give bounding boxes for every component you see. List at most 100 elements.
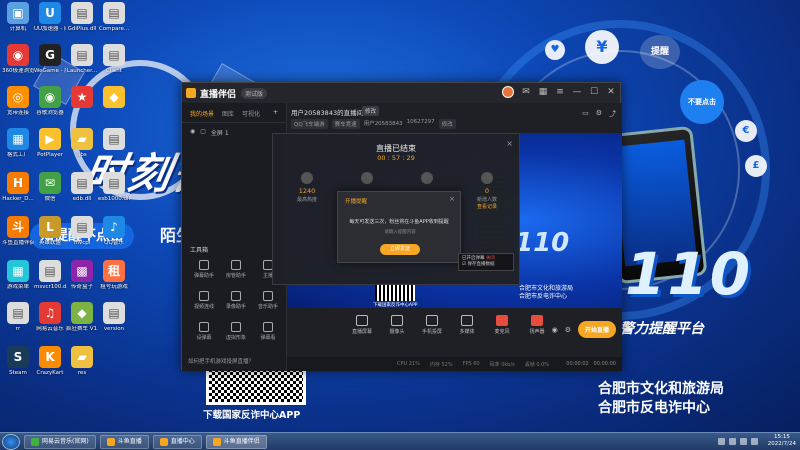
volume-icon[interactable] — [750, 437, 758, 445]
toolbox-item[interactable]: 弹幕助手 — [188, 260, 220, 279]
toolbar-button[interactable]: 麦克风 — [489, 315, 515, 335]
desktop-icon[interactable]: H Hacker_D... — [2, 172, 34, 203]
desktop-app-icon: ▦ — [7, 260, 29, 282]
edit-room-button[interactable]: 修改 — [438, 119, 456, 129]
toolbar-button[interactable]: 摄像头 — [384, 315, 410, 335]
menu-icon[interactable]: ≡ — [555, 87, 565, 97]
tray-icon[interactable] — [717, 437, 725, 445]
view-records-link[interactable]: 查看记录 — [463, 203, 511, 210]
desktop-icon[interactable]: ▶ PotPlayer — [34, 128, 66, 159]
desktop-icon[interactable]: ▰ libs — [66, 128, 98, 159]
window-titlebar[interactable]: 直播伴侣 测试版 ✉ ▦ ≡ — ☐ ✕ — [182, 83, 620, 103]
desktop-app-icon: 租 — [103, 260, 125, 282]
toolbar-button[interactable]: 多媒体 — [454, 315, 480, 335]
toolbar-button[interactable]: 直播屏幕 — [349, 315, 375, 335]
toolbox-item[interactable]: 设弹幕 — [188, 322, 220, 341]
desktop-icon[interactable]: ▦ 游戏菜单 — [2, 260, 34, 291]
desktop-icon[interactable]: S Steam — [2, 346, 34, 377]
help-link[interactable]: 如何把手机游戏投屏直播？ — [188, 357, 254, 365]
tab-visual[interactable]: 可视化 — [242, 109, 260, 118]
desktop-icon[interactable]: G WeGame - 腾讯游戏 — [34, 44, 66, 75]
settings-icon[interactable]: ⚙ — [565, 326, 571, 334]
desktop-icon[interactable]: ▦ 格式工厂 — [2, 128, 34, 159]
reminder-input[interactable]: 请输入提醒内容 — [360, 228, 440, 237]
scene-item[interactable]: ◉ ▢ 全屏 1 — [182, 123, 286, 142]
desktop-icon[interactable]: ★ — [66, 86, 98, 110]
taskbar-item[interactable]: 斗鱼直播 — [99, 434, 149, 449]
eye-icon[interactable]: ◉ — [190, 128, 195, 137]
desktop-icon[interactable]: ♪ QQ音乐 — [98, 216, 130, 247]
maximize-icon[interactable]: ☐ — [589, 87, 599, 97]
toolbar-button[interactable]: 扬声器 — [524, 315, 550, 335]
desktop-icon[interactable]: ▤ — [98, 128, 130, 152]
desktop-icon[interactable]: 租租号玩游戏 — [98, 260, 130, 291]
mail-icon[interactable]: ✉ — [521, 87, 531, 97]
close-danmaku-link[interactable]: 关闭 — [486, 256, 495, 261]
main-header-icons: ▭ ⚙ ⤴ — [582, 109, 616, 119]
desktop-icon[interactable]: ◆ 疯狂赛车 V1.3988002 — [66, 302, 98, 333]
desktop-icon-label: 网易云音乐 — [36, 326, 64, 332]
avatar[interactable] — [502, 86, 514, 98]
tool-icon — [199, 322, 209, 332]
edit-title-button[interactable]: 修改 — [362, 106, 380, 116]
desktop-icon[interactable]: ◉ 360极速浏览器 — [2, 44, 34, 75]
share-icon[interactable]: ⤴ — [609, 109, 616, 119]
taskbar-item[interactable]: 斗鱼直播伴侣 — [205, 434, 267, 449]
desktop-icon[interactable]: ▤ Client — [98, 44, 130, 75]
desktop-icon[interactable]: ✉ 微信 — [34, 172, 66, 203]
desktop-icon[interactable]: ▤ esb1000.dll — [98, 172, 130, 203]
start-live-button[interactable]: 开始直播 — [577, 321, 616, 338]
desktop-icon[interactable]: ▰ res — [66, 346, 98, 377]
eye-icon[interactable]: ◉ — [552, 326, 558, 334]
stat-item: 1240 最高热度 — [283, 172, 331, 210]
desktop-icon[interactable]: ▤ Launcher... — [66, 44, 98, 75]
settings-icon[interactable]: ⚙ — [596, 109, 602, 119]
desktop-icon[interactable]: U UU加速器 - 网游加速 — [34, 2, 66, 33]
category-selector[interactable]: QQ飞车端游 — [291, 119, 328, 129]
add-scene-icon[interactable]: + — [273, 109, 278, 118]
taskbar-item[interactable]: 网易云音乐(官网) — [24, 434, 96, 449]
desktop-icon[interactable]: ◉ 谷歌浏览器 — [34, 86, 66, 117]
desktop-icon[interactable]: ▤ rr — [2, 302, 34, 333]
desktop-icon[interactable]: ◆ — [98, 86, 130, 110]
desktop-icon[interactable]: ▤ mvcpi — [66, 216, 98, 247]
toolbox-item[interactable]: 录像助手 — [220, 291, 252, 310]
start-button[interactable] — [2, 433, 20, 450]
desktop-icon-label: msvcr100.dll — [34, 284, 66, 290]
tab-gallery[interactable]: 图库 — [222, 109, 234, 118]
desktop-icon[interactable]: ▤ Compare... — [98, 2, 130, 33]
close-icon[interactable]: × — [449, 195, 455, 203]
tab-my-scenes[interactable]: 我的场景 — [190, 109, 214, 118]
toolbar-button[interactable]: 手机投屏 — [419, 315, 445, 335]
toolbox-item[interactable]: 房管助手 — [220, 260, 252, 279]
lock-icon[interactable]: ▢ — [200, 128, 206, 137]
desktop-icon[interactable]: ▣ 计算机 — [2, 2, 34, 33]
desktop-icon[interactable]: ▩ 传奇盒子 — [66, 260, 98, 291]
desktop-icon[interactable]: L 英雄联盟 — [34, 216, 66, 247]
desktop-icon[interactable]: ▤ version — [98, 302, 130, 333]
clock[interactable]: 15:15 2022/7/24 — [768, 434, 796, 448]
desktop-icon[interactable]: ▤ GdiPlus.dll — [66, 2, 98, 33]
close-icon[interactable]: ✕ — [606, 87, 616, 97]
toolbox-item[interactable]: 虚拟形象 — [220, 322, 252, 341]
toolbox-item[interactable]: 视频连线 — [188, 291, 220, 310]
desktop-icon-label: 360极速浏览器 — [2, 68, 34, 74]
toolbox-item[interactable]: 音乐助手 — [252, 291, 284, 310]
grid-icon[interactable]: ▦ — [538, 87, 548, 97]
send-now-button[interactable]: 立即发送 — [380, 244, 420, 255]
taskbar-item[interactable]: 直播中心 — [152, 434, 202, 449]
desktop-icon[interactable]: K CrazyKart — [34, 346, 66, 377]
toolbox-item[interactable]: 弹幕看 — [252, 322, 284, 341]
version-badge[interactable]: 测试版 — [241, 87, 268, 99]
desktop-icon[interactable]: ◎ 宽带连接 — [2, 86, 34, 117]
checkbox-icon[interactable]: ☑ — [462, 262, 466, 267]
minimize-icon[interactable]: — — [572, 87, 582, 97]
network-icon[interactable] — [739, 437, 747, 445]
desktop-icon[interactable]: 斗斗鱼直播伴侣 — [2, 216, 34, 247]
tray-icon[interactable] — [728, 437, 736, 445]
desktop-icon[interactable]: ▤ edb.dll — [66, 172, 98, 203]
desktop-icon[interactable]: ▤ msvcr100.dll — [34, 260, 66, 291]
desktop-icon[interactable]: ♫ 网易云音乐 — [34, 302, 66, 333]
chat-icon[interactable]: ▭ — [582, 109, 589, 119]
subcategory-selector[interactable]: 赛车竞速 — [331, 119, 360, 129]
